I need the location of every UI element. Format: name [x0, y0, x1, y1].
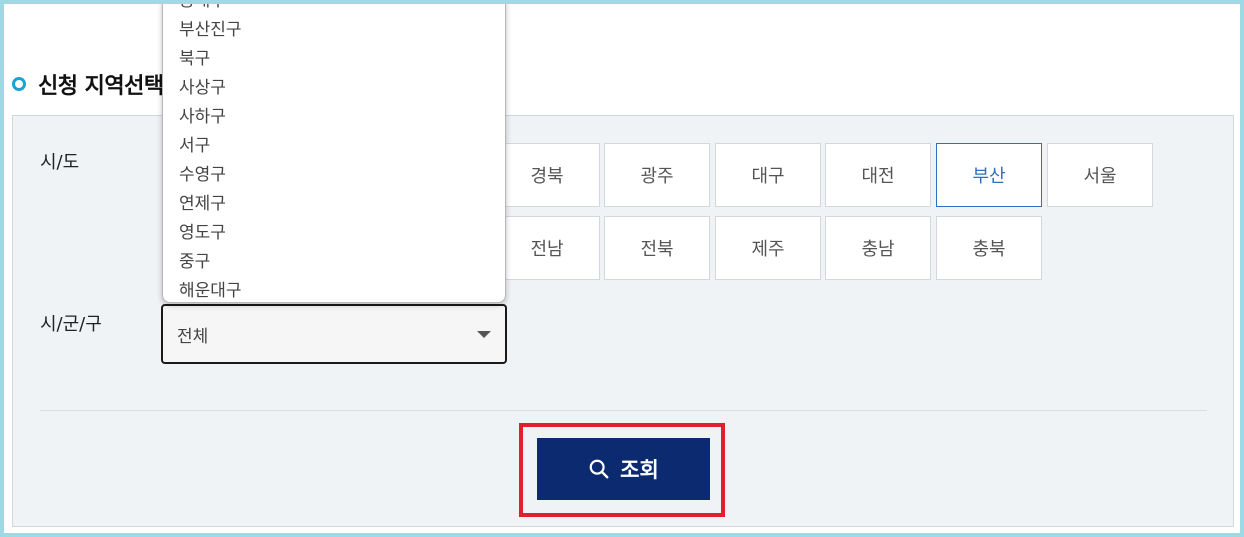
sido-button-daejeon[interactable]: 대전	[825, 143, 931, 207]
section-title-text: 신청 지역선택	[38, 74, 164, 99]
sido-button-chungbuk[interactable]: 충북	[936, 216, 1042, 280]
dropdown-option[interactable]: 북구	[163, 45, 505, 74]
circle-bullet-icon	[12, 77, 26, 91]
sido-button-jeonnam[interactable]: 전남	[494, 216, 600, 280]
sido-button-seoul[interactable]: 서울	[1047, 143, 1153, 207]
dropdown-option[interactable]: 동래구	[163, 0, 505, 16]
dropdown-option[interactable]: 해운대구	[163, 277, 505, 302]
sigungu-label: 시/군/구	[40, 314, 102, 335]
dropdown-option[interactable]: 수영구	[163, 161, 505, 190]
sido-button-busan[interactable]: 부산	[936, 143, 1042, 207]
sido-button-jeonbuk[interactable]: 전북	[604, 216, 710, 280]
dropdown-option[interactable]: 연제구	[163, 190, 505, 219]
dropdown-option[interactable]: 사하구	[163, 103, 505, 132]
sido-button-gwangju[interactable]: 광주	[604, 143, 710, 207]
sido-button-jeju[interactable]: 제주	[715, 216, 821, 280]
sigungu-select-value: 전체	[177, 326, 209, 347]
sido-button-daegu[interactable]: 대구	[715, 143, 821, 207]
dropdown-option[interactable]: 부산진구	[163, 16, 505, 45]
dropdown-option[interactable]: 중구	[163, 248, 505, 277]
highlight-annotation-box	[519, 423, 725, 517]
dropdown-option[interactable]: 서구	[163, 132, 505, 161]
divider	[40, 410, 1207, 411]
sido-label: 시/도	[40, 152, 80, 173]
dropdown-arrow-icon	[477, 331, 491, 338]
section-title: 신청 지역선택	[12, 68, 164, 100]
dropdown-option[interactable]: 사상구	[163, 74, 505, 103]
dropdown-option[interactable]: 영도구	[163, 219, 505, 248]
sigungu-dropdown-list[interactable]: 동래구 부산진구 북구 사상구 사하구 서구 수영구 연제구 영도구 중구 해운…	[162, 0, 506, 303]
sido-button-chungnam[interactable]: 충남	[825, 216, 931, 280]
sigungu-select[interactable]: 전체	[161, 304, 507, 364]
sido-button-gyeongbuk[interactable]: 경북	[494, 143, 600, 207]
